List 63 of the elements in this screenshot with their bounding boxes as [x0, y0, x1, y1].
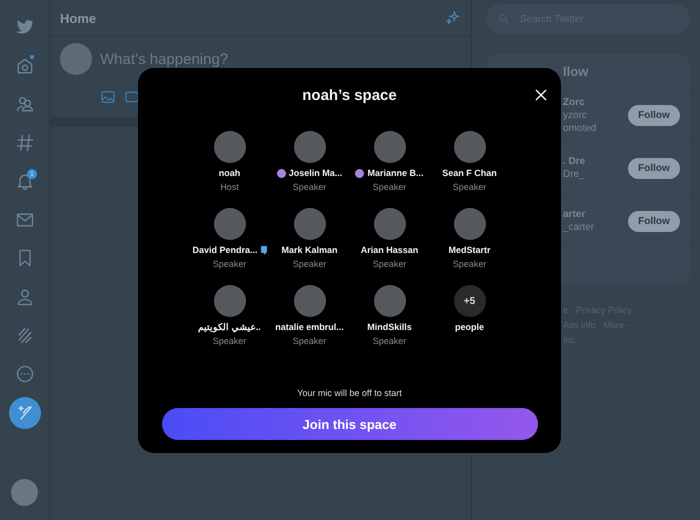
participant-role: Speaker	[292, 182, 326, 192]
feather-icon	[16, 405, 32, 421]
home-title: Home	[60, 10, 96, 26]
avatar[interactable]	[214, 131, 246, 163]
avatar[interactable]	[374, 208, 406, 240]
follow-button[interactable]: Follow	[628, 210, 680, 232]
participant-name: David Pendra...	[192, 245, 258, 255]
account-handle: yzorc	[563, 110, 588, 120]
space-title: noah’s space	[302, 86, 397, 104]
participant-role: Speaker	[212, 259, 246, 269]
avatar[interactable]	[294, 285, 326, 317]
join-button[interactable]: Join this space	[162, 408, 538, 440]
account-name: . Dre	[563, 156, 586, 167]
close-icon	[535, 89, 547, 101]
participant-name: noah	[218, 168, 240, 178]
account-handle: Dre_	[563, 169, 586, 180]
participant-role: Speaker	[292, 259, 326, 269]
participant-name: Marianne B...	[367, 168, 424, 178]
participant-name: عيشي الكويتيم..	[198, 322, 261, 332]
participant-name: Joselin Ma...	[288, 168, 342, 178]
participant-role: Speaker	[372, 336, 406, 346]
participant-role: Speaker	[452, 259, 486, 269]
participant-name: natalie embrul...	[275, 322, 344, 332]
avatar[interactable]	[374, 285, 406, 317]
more-label: people	[454, 322, 484, 332]
compose-field[interactable]: What’s happening?	[100, 43, 240, 75]
mic-note: Your mic will be off to start	[297, 388, 402, 398]
participant-name: MedStartr	[448, 245, 490, 255]
avatar[interactable]	[60, 43, 92, 75]
participant-name: Sean F Chan	[442, 168, 497, 178]
participant-name: Mark Kalman	[281, 245, 338, 255]
account-name: Zorc	[563, 96, 586, 108]
person-icon[interactable]	[14, 286, 34, 307]
participant-role: Speaker	[212, 336, 246, 346]
search-icon[interactable]	[498, 13, 510, 25]
avatar[interactable]	[214, 208, 246, 240]
avatar[interactable]	[454, 131, 486, 163]
avatar[interactable]	[11, 479, 38, 506]
avatar[interactable]	[294, 208, 326, 240]
account-name: arter	[563, 209, 586, 220]
participant-name: MindSkills	[367, 322, 412, 332]
more-count[interactable]: +5	[454, 285, 486, 317]
hashtag-icon[interactable]	[14, 132, 34, 153]
sparkle-icon[interactable]	[445, 10, 461, 26]
participant-role: Speaker	[372, 182, 406, 192]
image-icon[interactable]	[100, 89, 116, 105]
account-handle: _carter	[563, 222, 594, 233]
participant-role: Speaker	[292, 336, 326, 346]
participant-name: Arian Hassan	[360, 245, 418, 255]
home-icon[interactable]	[14, 56, 34, 76]
follow-button[interactable]: Follow	[628, 158, 680, 178]
avatar[interactable]	[454, 208, 486, 240]
avatar[interactable]	[374, 131, 406, 163]
participant-role: Host	[220, 182, 239, 192]
participant-role: Speaker	[452, 182, 486, 192]
avatar[interactable]	[294, 131, 326, 163]
compose-button[interactable]	[8, 397, 40, 429]
people-icon[interactable]	[14, 94, 34, 114]
promoted-label: omoted	[563, 122, 596, 134]
participant-role: Speaker	[372, 259, 406, 269]
avatar[interactable]	[214, 285, 246, 317]
more-icon[interactable]	[14, 364, 34, 384]
follow-button[interactable]: Follow	[628, 104, 680, 126]
